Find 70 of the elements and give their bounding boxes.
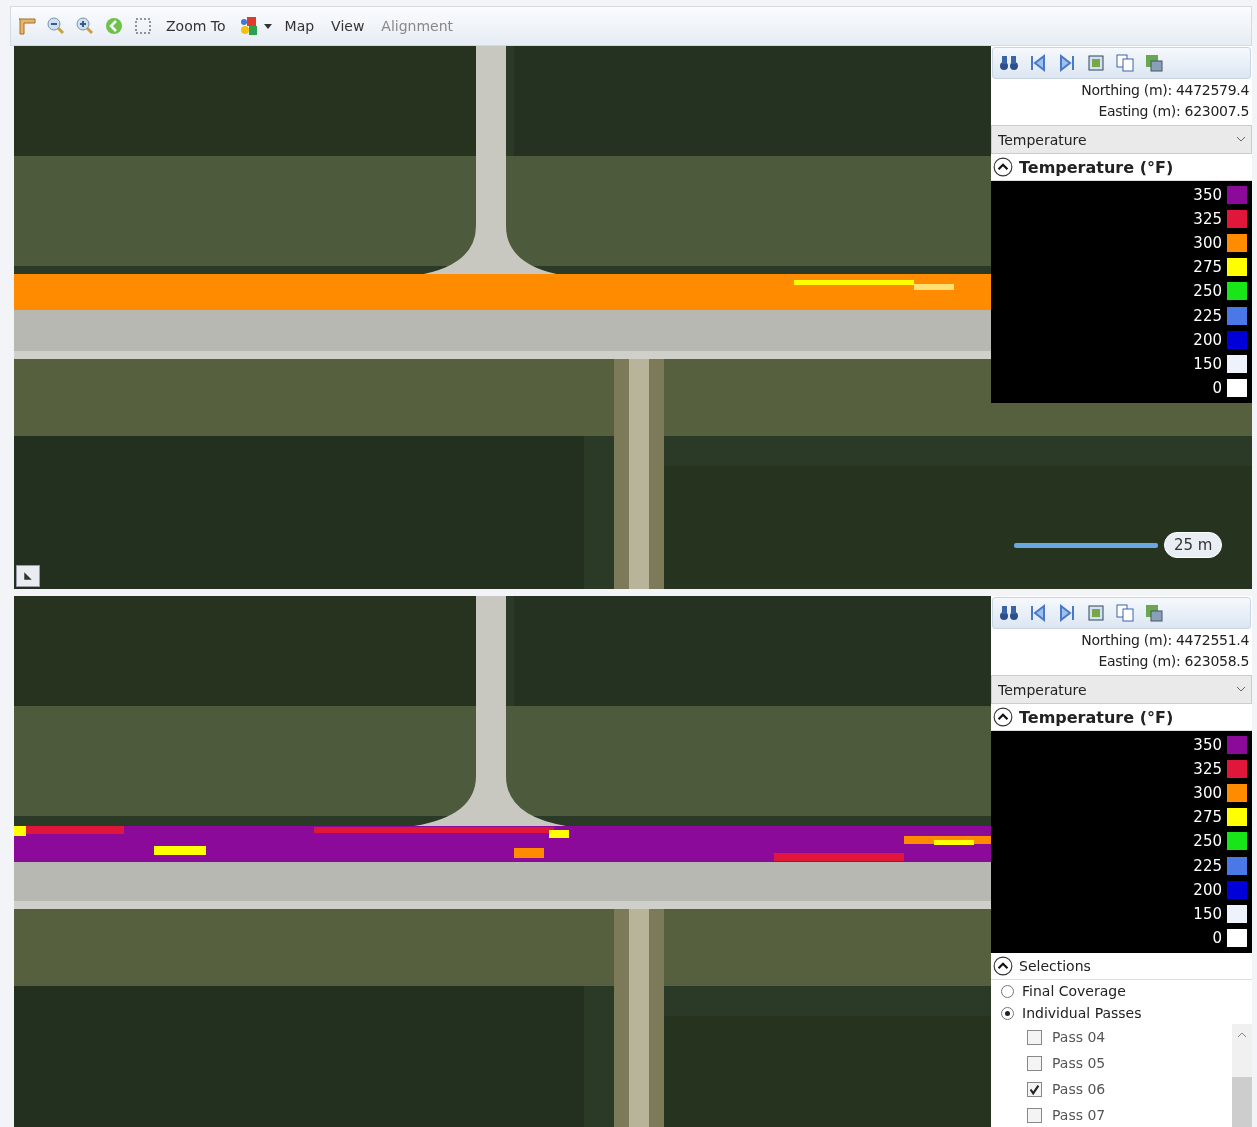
collapse-icon[interactable] <box>993 157 1013 177</box>
ruler-icon[interactable] <box>17 16 37 36</box>
legend-value: 0 <box>1212 928 1222 947</box>
northing-label: Northing (m): 4472579.4 <box>1080 81 1250 100</box>
fit-extent-icon[interactable] <box>1086 53 1106 73</box>
legend-value: 150 <box>1193 354 1222 373</box>
save-image-icon[interactable] <box>1144 53 1164 73</box>
binoculars-icon[interactable] <box>999 603 1019 623</box>
checkbox[interactable] <box>1027 1055 1042 1071</box>
chevron-down-icon <box>1237 137 1245 142</box>
legend-value: 0 <box>1212 378 1222 397</box>
legend-value: 325 <box>1193 210 1222 229</box>
first-icon[interactable] <box>1028 603 1048 623</box>
legend-value: 350 <box>1193 736 1222 755</box>
zoom-in-icon[interactable] <box>75 16 95 36</box>
legend-title: Temperature (°F) <box>1019 707 1174 727</box>
radio-label: Individual Passes <box>1022 1005 1142 1021</box>
pass-label: Pass 07 <box>1052 1107 1106 1123</box>
legend-value: 325 <box>1193 760 1222 779</box>
pass-label: Pass 06 <box>1052 1081 1106 1097</box>
toolbar-menu[interactable]: Zoom To <box>162 18 230 34</box>
legend-title: Temperature (°F) <box>1019 157 1174 177</box>
binoculars-icon[interactable] <box>999 53 1019 73</box>
layer-dropdown[interactable]: Temperature <box>991 125 1252 154</box>
legend-value: 225 <box>1193 856 1222 875</box>
scale-label: 25 m <box>1164 532 1223 558</box>
radio-button[interactable] <box>1001 984 1014 998</box>
triangle-icon <box>22 571 34 581</box>
legend-value: 200 <box>1193 330 1222 349</box>
corner-toggle-button[interactable] <box>16 565 40 587</box>
layer-dropdown[interactable]: Temperature <box>991 675 1252 704</box>
zoom-out-icon[interactable] <box>46 16 66 36</box>
collapse-icon[interactable] <box>993 956 1013 976</box>
checkbox[interactable] <box>1027 1029 1042 1045</box>
fit-extent-icon[interactable] <box>1086 603 1106 623</box>
copy-icon[interactable] <box>1115 603 1135 623</box>
checkbox[interactable] <box>1027 1081 1042 1097</box>
legend-value: 300 <box>1193 784 1222 803</box>
legend-value: 350 <box>1193 186 1222 205</box>
section-title: Selections <box>1019 958 1091 974</box>
pass-label: Pass 04 <box>1052 1029 1106 1045</box>
last-icon[interactable] <box>1057 603 1077 623</box>
first-icon[interactable] <box>1028 53 1048 73</box>
pass-label: Pass 05 <box>1052 1055 1106 1071</box>
collapse-icon[interactable] <box>993 707 1013 727</box>
selection-rectangle-icon[interactable] <box>133 16 153 36</box>
checkbox[interactable] <box>1027 1107 1042 1123</box>
legend-value: 300 <box>1193 234 1222 253</box>
chevron-down-icon <box>1237 687 1245 692</box>
chevron-up-icon[interactable] <box>1238 1032 1246 1037</box>
easting-label: Easting (m): 623007.5 <box>1097 102 1250 121</box>
northing-label: Northing (m): 4472551.4 <box>1080 631 1250 650</box>
last-icon[interactable] <box>1057 53 1077 73</box>
colored-squares-icon[interactable] <box>238 16 259 36</box>
radio-label: Final Coverage <box>1022 983 1126 999</box>
radio-button[interactable] <box>1001 1006 1014 1020</box>
easting-label: Easting (m): 623058.5 <box>1097 652 1250 671</box>
legend-value: 250 <box>1193 832 1222 851</box>
legend-value: 200 <box>1193 880 1222 899</box>
toolbar-menu[interactable]: Map <box>280 18 319 34</box>
toolbar-menu[interactable]: View <box>327 18 369 34</box>
scrollbar[interactable] <box>1232 1024 1252 1127</box>
save-image-icon[interactable] <box>1144 603 1164 623</box>
legend-value: 275 <box>1193 808 1222 827</box>
copy-icon[interactable] <box>1115 53 1135 73</box>
legend-value: 225 <box>1193 306 1222 325</box>
legend-value: 150 <box>1193 904 1222 923</box>
caret-icon[interactable] <box>263 23 272 29</box>
legend-value: 275 <box>1193 258 1222 277</box>
legend-value: 250 <box>1193 282 1222 301</box>
